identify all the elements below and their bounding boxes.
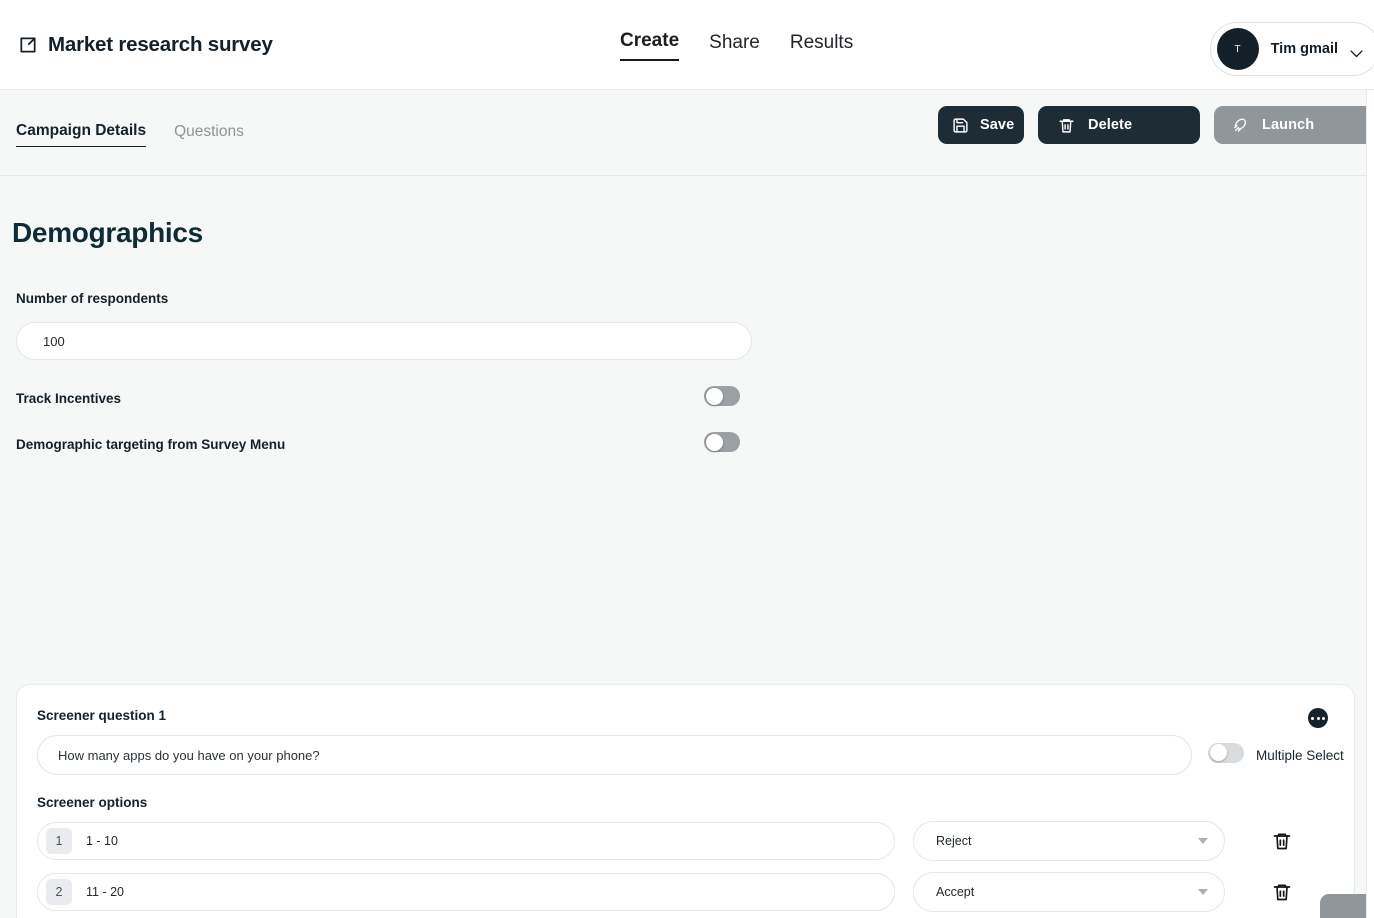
floppy-disk-icon xyxy=(952,117,969,134)
brand: Market research survey xyxy=(0,33,273,57)
demographic-targeting-toggle[interactable] xyxy=(704,432,740,457)
multiple-select-label: Multiple Select xyxy=(1256,748,1344,763)
user-name: Tim gmail xyxy=(1271,41,1338,57)
main-content: Demographics Number of respondents Track… xyxy=(0,176,1374,918)
export-box-icon xyxy=(18,35,38,55)
delete-button-label: Delete xyxy=(1088,117,1132,133)
tab-campaign-details[interactable]: Campaign Details xyxy=(16,122,146,147)
delete-option-button[interactable] xyxy=(1272,882,1292,902)
page-scrollbar[interactable] xyxy=(1366,90,1374,918)
option-action-select[interactable]: Accept xyxy=(913,872,1225,912)
tab-create[interactable]: Create xyxy=(620,30,679,61)
rocket-icon xyxy=(1232,117,1249,134)
app-header: Market research survey Create Share Resu… xyxy=(0,0,1374,90)
save-button-label: Save xyxy=(980,117,1014,133)
tab-share[interactable]: Share xyxy=(709,32,760,61)
toggle-knob xyxy=(706,388,723,405)
screener-card-header: Screener question 1 xyxy=(17,685,1354,723)
tab-results[interactable]: Results xyxy=(790,32,853,61)
chevron-down-icon xyxy=(1198,889,1208,895)
multiple-select-toggle[interactable] xyxy=(1208,743,1244,768)
respondents-input[interactable] xyxy=(16,322,752,360)
option-number-badge: 2 xyxy=(46,879,72,905)
page-title: Market research survey xyxy=(48,33,273,57)
app-root: Market research survey Create Share Resu… xyxy=(0,0,1374,918)
option-text: 11 - 20 xyxy=(86,885,124,899)
option-action-value: Reject xyxy=(936,834,1198,848)
toggle-knob xyxy=(1210,744,1227,761)
option-text: 1 - 10 xyxy=(86,834,118,848)
toggle-knob xyxy=(706,434,723,451)
track-incentives-toggle[interactable] xyxy=(704,386,740,411)
screener-question-card: Screener question 1 Multiple Select Scre… xyxy=(16,684,1355,918)
section-tabs: Campaign Details Questions xyxy=(0,122,244,147)
option-input[interactable]: 2 11 - 20 xyxy=(37,873,895,911)
screener-card-title: Screener question 1 xyxy=(37,708,166,723)
user-menu[interactable]: T Tim gmail xyxy=(1210,22,1374,76)
section-heading: Demographics xyxy=(0,176,1374,249)
multiple-select-control: Multiple Select xyxy=(1208,743,1344,768)
option-input[interactable]: 1 1 - 10 xyxy=(37,822,895,860)
option-row: 2 11 - 20 Accept xyxy=(17,872,1354,912)
chevron-down-icon xyxy=(1350,45,1363,53)
delete-option-button[interactable] xyxy=(1272,831,1292,851)
option-action-value: Accept xyxy=(936,885,1198,899)
respondents-label: Number of respondents xyxy=(0,291,1374,306)
demographic-targeting-row: Demographic targeting from Survey Menu xyxy=(0,437,1374,452)
action-buttons: Save Delete Launch xyxy=(938,106,1374,144)
trash-icon xyxy=(1058,117,1075,134)
option-action-select[interactable]: Reject xyxy=(913,821,1225,861)
launch-button[interactable]: Launch xyxy=(1214,106,1374,144)
chevron-down-icon xyxy=(1198,838,1208,844)
save-button[interactable]: Save xyxy=(938,106,1024,144)
delete-button[interactable]: Delete xyxy=(1038,106,1200,144)
launch-button-label: Launch xyxy=(1262,117,1314,133)
demographic-targeting-label: Demographic targeting from Survey Menu xyxy=(16,437,285,452)
ellipsis-icon[interactable] xyxy=(1308,708,1328,728)
option-number-badge: 1 xyxy=(46,828,72,854)
option-row: 1 1 - 10 Reject xyxy=(17,821,1354,861)
screener-options-label: Screener options xyxy=(17,775,1354,810)
screener-question-input[interactable] xyxy=(37,735,1192,775)
primary-nav: Create Share Results xyxy=(620,30,853,61)
track-incentives-label: Track Incentives xyxy=(16,391,121,406)
avatar: T xyxy=(1217,28,1259,70)
track-incentives-row: Track Incentives xyxy=(0,391,1374,406)
tab-questions[interactable]: Questions xyxy=(174,123,244,147)
screener-question-row: Multiple Select xyxy=(17,723,1354,775)
